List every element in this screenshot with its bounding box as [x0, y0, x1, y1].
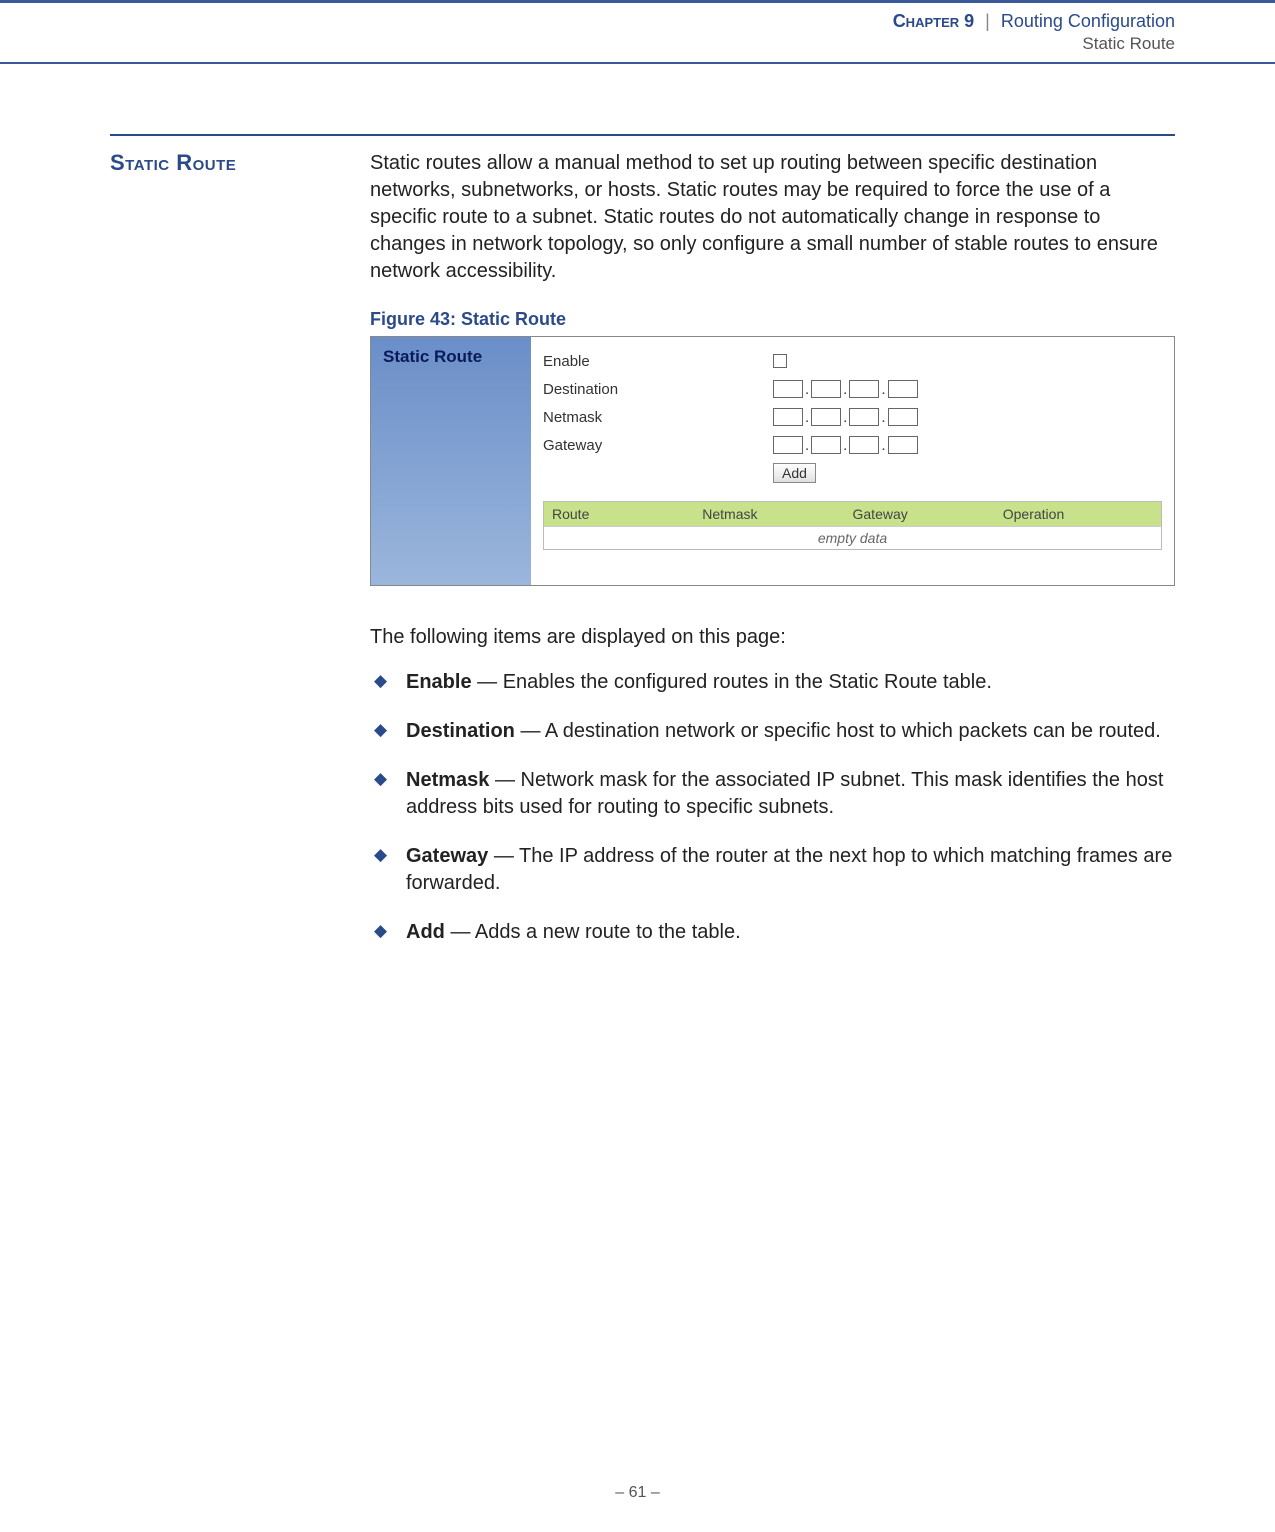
page-header: Chapter 9 | Routing Configuration Static… — [0, 0, 1275, 64]
figure-caption: Figure 43: Static Route — [370, 309, 1175, 330]
col-route: Route — [552, 506, 702, 522]
items-list: Enable — Enables the configured routes i… — [370, 669, 1175, 946]
label-netmask: Netmask — [543, 409, 773, 426]
route-table-empty: empty data — [544, 526, 1161, 549]
chapter-title: Routing Configuration — [1001, 11, 1175, 31]
enable-checkbox[interactable] — [773, 354, 787, 368]
chapter-separator: | — [985, 11, 990, 31]
ip-octet-input[interactable] — [849, 408, 879, 426]
screenshot-main: Enable Destination . . . Netmask — [531, 337, 1174, 585]
item-term: Gateway — [406, 845, 488, 867]
section-rule — [110, 134, 1175, 136]
ip-octet-input[interactable] — [849, 436, 879, 454]
item-desc: — Enables the configured routes in the S… — [472, 671, 992, 693]
page-footer: – 61 – — [0, 1484, 1275, 1502]
item-term: Enable — [406, 671, 472, 693]
destination-ip-group: . . . — [773, 380, 918, 398]
chapter-line: Chapter 9 | Routing Configuration — [0, 11, 1175, 32]
ip-octet-input[interactable] — [849, 380, 879, 398]
ip-octet-input[interactable] — [811, 380, 841, 398]
ip-octet-input[interactable] — [811, 408, 841, 426]
list-item: Destination — A destination network or s… — [370, 718, 1175, 745]
page-content: Static Route Static routes allow a manua… — [0, 134, 1275, 968]
form-row-enable: Enable — [543, 347, 1162, 375]
ip-octet-input[interactable] — [773, 408, 803, 426]
item-desc: — Adds a new route to the table. — [445, 921, 741, 943]
col-gateway: Gateway — [853, 506, 1003, 522]
route-table-header: Route Netmask Gateway Operation — [544, 502, 1161, 526]
ip-octet-input[interactable] — [811, 436, 841, 454]
chapter-label: Chapter 9 — [893, 11, 974, 31]
item-term: Add — [406, 921, 445, 943]
list-item: Add — Adds a new route to the table. — [370, 919, 1175, 946]
figure-screenshot: Static Route Enable Destination . . . — [370, 336, 1175, 586]
form-row-gateway: Gateway . . . — [543, 431, 1162, 459]
label-destination: Destination — [543, 381, 773, 398]
ip-octet-input[interactable] — [773, 436, 803, 454]
route-table: Route Netmask Gateway Operation empty da… — [543, 501, 1162, 550]
ip-octet-input[interactable] — [888, 408, 918, 426]
ip-octet-input[interactable] — [888, 436, 918, 454]
gateway-ip-group: . . . — [773, 436, 918, 454]
ip-octet-input[interactable] — [773, 380, 803, 398]
netmask-ip-group: . . . — [773, 408, 918, 426]
list-item: Gateway — The IP address of the router a… — [370, 843, 1175, 897]
page-number: – 61 – — [615, 1484, 659, 1501]
label-enable: Enable — [543, 353, 773, 370]
intro-paragraph: Static routes allow a manual method to s… — [370, 150, 1175, 285]
col-operation: Operation — [1003, 506, 1153, 522]
screenshot-sidebar-label: Static Route — [383, 347, 482, 366]
label-gateway: Gateway — [543, 437, 773, 454]
form-row-netmask: Netmask . . . — [543, 403, 1162, 431]
list-item: Netmask — Network mask for the associate… — [370, 767, 1175, 821]
section-heading: Static Route — [110, 150, 370, 176]
items-intro: The following items are displayed on thi… — [370, 626, 1175, 649]
chapter-subtitle: Static Route — [0, 34, 1175, 54]
item-desc: — Network mask for the associated IP sub… — [406, 769, 1163, 818]
col-netmask: Netmask — [702, 506, 852, 522]
add-button[interactable]: Add — [773, 463, 816, 483]
item-term: Destination — [406, 720, 515, 742]
form-row-destination: Destination . . . — [543, 375, 1162, 403]
screenshot-sidebar: Static Route — [371, 337, 531, 585]
ip-octet-input[interactable] — [888, 380, 918, 398]
list-item: Enable — Enables the configured routes i… — [370, 669, 1175, 696]
item-desc: — A destination network or specific host… — [515, 720, 1161, 742]
item-term: Netmask — [406, 769, 489, 791]
item-desc: — The IP address of the router at the ne… — [406, 845, 1172, 894]
